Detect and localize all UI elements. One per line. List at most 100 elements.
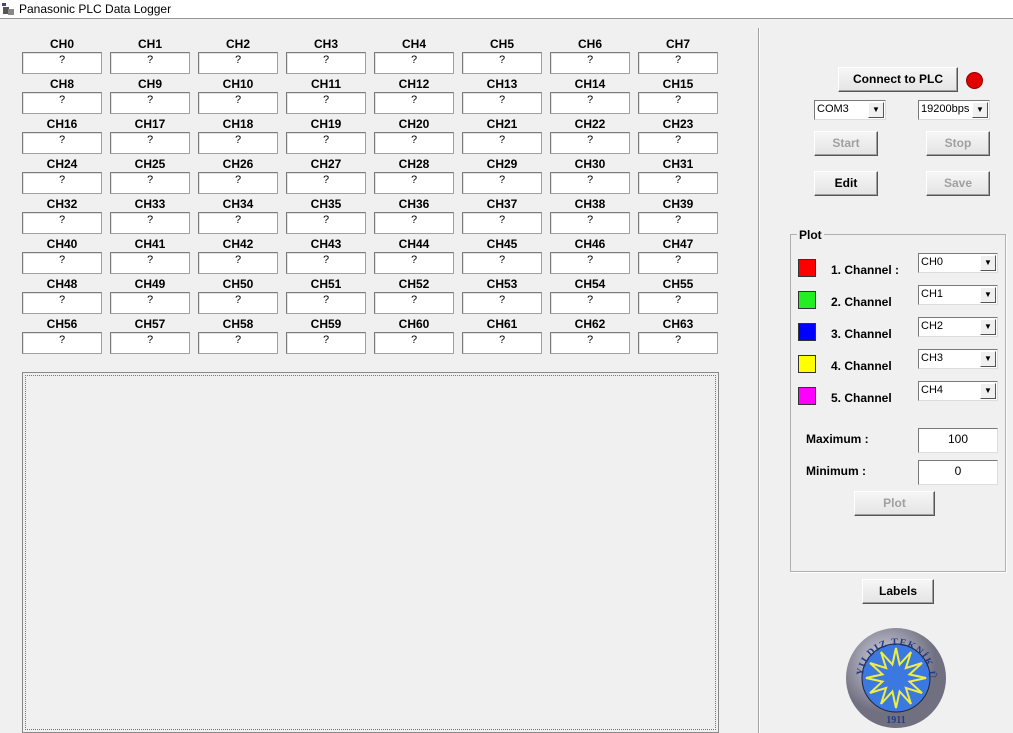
channel-16: CH16?: [22, 117, 102, 154]
channel-value: ?: [22, 252, 102, 274]
chevron-down-icon[interactable]: ▼: [980, 351, 996, 367]
channel-value: ?: [110, 92, 190, 114]
channel-47: CH47?: [638, 237, 718, 274]
channel-label: CH8: [49, 77, 74, 91]
channel-label: CH2: [225, 37, 250, 51]
channel-62: CH62?: [550, 317, 630, 354]
channel-label: CH22: [574, 117, 606, 131]
channel-13: CH13?: [462, 77, 542, 114]
channel-49: CH49?: [110, 277, 190, 314]
chevron-down-icon[interactable]: ▼: [980, 287, 996, 303]
channel-5: CH5?: [462, 37, 542, 74]
channel-label: CH23: [662, 117, 694, 131]
channel-label: CH26: [222, 157, 254, 171]
channel-21: CH21?: [462, 117, 542, 154]
minimum-input[interactable]: 0: [918, 460, 998, 485]
channel-value: ?: [550, 92, 630, 114]
channel-value: ?: [286, 132, 366, 154]
channel-value: ?: [110, 52, 190, 74]
channel-value: ?: [22, 52, 102, 74]
channel-value: ?: [22, 132, 102, 154]
port-select[interactable]: COM3 ▼: [814, 100, 886, 120]
channel-3: CH3?: [286, 37, 366, 74]
channel-label: CH59: [310, 317, 342, 331]
channel-label: CH9: [137, 77, 162, 91]
channel-2: CH2?: [198, 37, 278, 74]
channel-value: ?: [638, 292, 718, 314]
channel-label: CH29: [486, 157, 518, 171]
channel-label: CH3: [313, 37, 338, 51]
university-logo: YILDIZ TEKNİK ÜNİVERSİTESİ 1911: [845, 627, 946, 728]
plot-channel-1-select[interactable]: CH0 ▼: [918, 253, 998, 273]
channel-18: CH18?: [198, 117, 278, 154]
connect-button[interactable]: Connect to PLC: [838, 67, 958, 92]
channel-3-color-swatch: [798, 323, 816, 341]
baud-select[interactable]: 19200bps ▼: [918, 100, 990, 120]
chevron-down-icon[interactable]: ▼: [980, 255, 996, 271]
channel-label: CH43: [310, 237, 342, 251]
channel-2-color-swatch: [798, 291, 816, 309]
channel-label: CH46: [574, 237, 606, 251]
channel-label: CH40: [46, 237, 78, 251]
channel-value: ?: [198, 252, 278, 274]
plot-channel-2-select[interactable]: CH1 ▼: [918, 285, 998, 305]
channel-57: CH57?: [110, 317, 190, 354]
channel-value: ?: [462, 132, 542, 154]
channel-value: ?: [374, 132, 454, 154]
channel-4: CH4?: [374, 37, 454, 74]
channel-value: ?: [198, 52, 278, 74]
stop-button[interactable]: Stop: [926, 131, 990, 156]
channel-31: CH31?: [638, 157, 718, 194]
start-button[interactable]: Start: [814, 131, 878, 156]
port-value: COM3: [817, 103, 849, 115]
plot-channel-4-select[interactable]: CH3 ▼: [918, 349, 998, 369]
channel-value: ?: [638, 252, 718, 274]
chevron-down-icon[interactable]: ▼: [868, 102, 884, 118]
save-button[interactable]: Save: [926, 171, 990, 196]
channel-label: CH54: [574, 277, 606, 291]
channel-label: CH13: [486, 77, 518, 91]
maximum-input[interactable]: 100: [918, 428, 998, 453]
channel-value: ?: [374, 92, 454, 114]
channel-label: CH51: [310, 277, 342, 291]
channel-value: ?: [286, 292, 366, 314]
channel-label: CH24: [46, 157, 78, 171]
channel-22: CH22?: [550, 117, 630, 154]
channel-label: CH62: [574, 317, 606, 331]
channel-42: CH42?: [198, 237, 278, 274]
channel-value: ?: [462, 292, 542, 314]
channel-label: CH55: [662, 277, 694, 291]
chevron-down-icon[interactable]: ▼: [980, 383, 996, 399]
channel-value: ?: [22, 172, 102, 194]
edit-button[interactable]: Edit: [814, 171, 878, 196]
channel-value: ?: [550, 292, 630, 314]
plot-channel-5-value: CH4: [921, 384, 944, 396]
channel-value: ?: [286, 92, 366, 114]
channel-label: CH36: [398, 197, 430, 211]
channel-label: CH20: [398, 117, 430, 131]
labels-button[interactable]: Labels: [862, 579, 934, 604]
channel-value: ?: [110, 252, 190, 274]
channel-23: CH23?: [638, 117, 718, 154]
channel-46: CH46?: [550, 237, 630, 274]
plot-button[interactable]: Plot: [854, 491, 935, 516]
channel-value: ?: [286, 332, 366, 354]
channel-value: ?: [110, 292, 190, 314]
channel-label: CH6: [577, 37, 602, 51]
channel-value: ?: [462, 172, 542, 194]
channel-43: CH43?: [286, 237, 366, 274]
channel-63: CH63?: [638, 317, 718, 354]
channel-6: CH6?: [550, 37, 630, 74]
channel-label: CH14: [574, 77, 606, 91]
divider: [758, 28, 760, 733]
channel-value: ?: [22, 332, 102, 354]
channel-label: CH50: [222, 277, 254, 291]
channel-48: CH48?: [22, 277, 102, 314]
channel-38: CH38?: [550, 197, 630, 234]
channel-label: CH45: [486, 237, 518, 251]
chevron-down-icon[interactable]: ▼: [980, 319, 996, 335]
channel-label: CH61: [486, 317, 518, 331]
plot-channel-5-select[interactable]: CH4 ▼: [918, 381, 998, 401]
chevron-down-icon[interactable]: ▼: [972, 102, 988, 118]
plot-channel-3-select[interactable]: CH2 ▼: [918, 317, 998, 337]
